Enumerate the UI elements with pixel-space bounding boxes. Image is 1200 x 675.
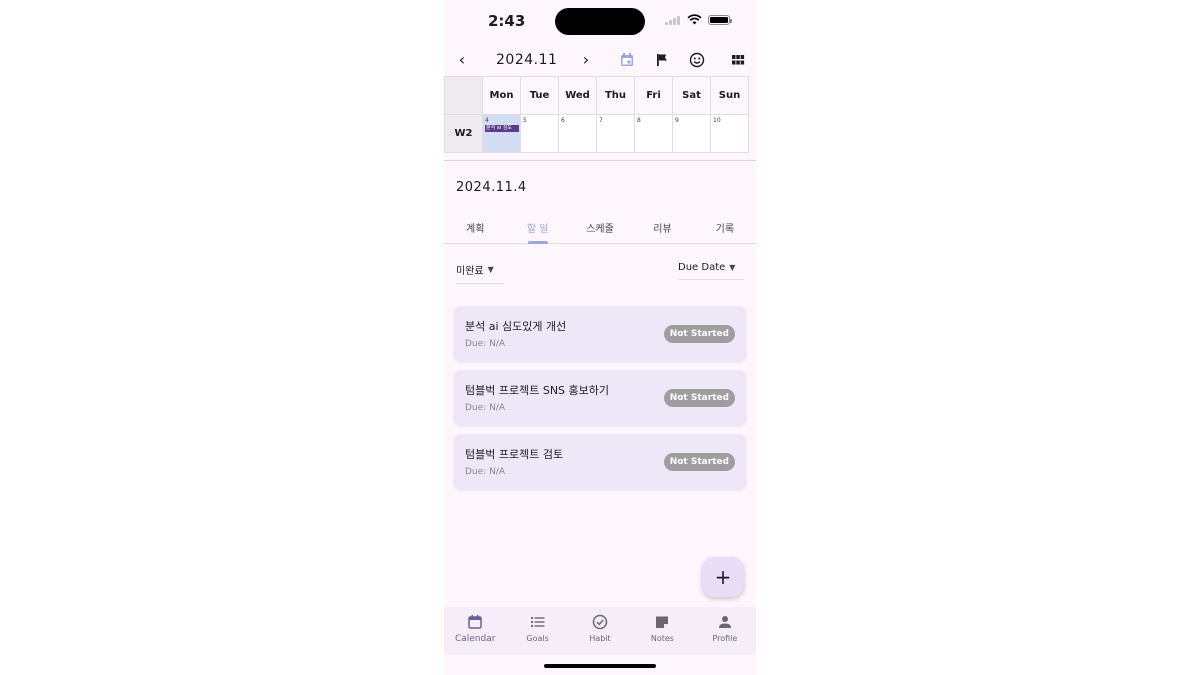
nav-calendar[interactable]: Calendar xyxy=(444,607,506,655)
sort-dropdown[interactable]: Due Date ▼ xyxy=(678,262,744,280)
nav-label: Habit xyxy=(589,634,611,643)
list-icon xyxy=(529,613,547,631)
weekday-label: Sun xyxy=(710,76,749,115)
person-icon xyxy=(716,613,734,631)
day-number: 9 xyxy=(675,117,679,124)
status-icons xyxy=(665,14,732,25)
task-title: 텀블벅 프로젝트 SNS 홍보하기 xyxy=(465,384,610,397)
nav-label: Profile xyxy=(712,634,738,643)
check-circle-icon xyxy=(591,613,609,631)
battery-icon xyxy=(708,14,732,25)
status-bar: 2:43 xyxy=(444,0,756,44)
weekday-label: Mon xyxy=(482,76,521,115)
tab-bar: 계획 할 일 스케줄 리뷰 기록 xyxy=(444,212,756,244)
day-cell[interactable]: 6 xyxy=(558,114,597,153)
nav-goals[interactable]: Goals xyxy=(506,607,568,655)
day-number: 5 xyxy=(523,117,527,124)
calendar-header: ‹ 2024.11 › xyxy=(444,44,756,76)
status-badge: Not Started xyxy=(663,325,735,343)
plus-icon: + xyxy=(714,565,732,589)
day-cell[interactable]: 9 xyxy=(672,114,711,153)
day-cell[interactable]: 5 xyxy=(520,114,559,153)
status-filter-dropdown[interactable]: 미완료 ▼ xyxy=(456,262,504,284)
status-filter-value: 미완료 xyxy=(456,266,484,277)
status-time: 2:43 xyxy=(488,12,526,30)
day-cell[interactable]: 7 xyxy=(596,114,635,153)
task-title: 분석 ai 심도있게 개선 xyxy=(465,320,567,333)
tab-plan[interactable]: 계획 xyxy=(444,212,506,243)
day-cell-selected[interactable]: 4 분석 ai 심도 xyxy=(482,114,521,153)
dynamic-island xyxy=(555,8,645,35)
task-list: 분석 ai 심도있게 개선 Due: N/A Not Started 텀블벅 프… xyxy=(453,306,747,498)
prev-month-button[interactable]: ‹ xyxy=(452,50,472,70)
week-number: W2 xyxy=(444,114,483,153)
nav-label: Notes xyxy=(650,634,674,643)
nav-notes[interactable]: Notes xyxy=(631,607,693,655)
home-indicator xyxy=(544,664,656,668)
nav-profile[interactable]: Profile xyxy=(694,607,756,655)
weekday-label: Sat xyxy=(672,76,711,115)
task-card[interactable]: 분석 ai 심도있게 개선 Due: N/A Not Started xyxy=(453,306,747,363)
nav-label: Calendar xyxy=(454,634,496,644)
bottom-nav: Calendar Goals Habit Notes Profile xyxy=(444,607,756,655)
task-due: Due: N/A xyxy=(465,339,505,349)
weekday-label: Wed xyxy=(558,76,597,115)
grid-corner xyxy=(444,76,483,115)
grid-view-icon[interactable] xyxy=(729,51,747,69)
week-row: W2 4 분석 ai 심도 5 6 7 8 9 10 xyxy=(444,114,756,153)
weekday-label: Fri xyxy=(634,76,673,115)
sort-value: Due Date xyxy=(678,262,726,273)
flag-icon[interactable] xyxy=(653,51,671,69)
task-title: 텀블벅 프로젝트 검토 xyxy=(465,448,564,461)
tab-todo[interactable]: 할 일 xyxy=(506,212,568,244)
weekday-header-row: Mon Tue Wed Thu Fri Sat Sun xyxy=(444,76,756,115)
tab-schedule[interactable]: 스케줄 xyxy=(569,212,631,243)
weekday-label: Thu xyxy=(596,76,635,115)
status-badge: Not Started xyxy=(663,453,735,471)
divider xyxy=(444,160,756,161)
tab-record[interactable]: 기록 xyxy=(694,212,756,243)
note-icon xyxy=(653,613,671,631)
emoji-icon[interactable] xyxy=(688,51,706,69)
task-card[interactable]: 텀블벅 프로젝트 검토 Due: N/A Not Started xyxy=(453,434,747,491)
day-number: 10 xyxy=(713,117,721,124)
tab-review[interactable]: 리뷰 xyxy=(631,212,693,243)
today-calendar-icon[interactable] xyxy=(618,51,636,69)
next-month-button[interactable]: › xyxy=(576,50,596,70)
task-due: Due: N/A xyxy=(465,467,505,477)
phone-screen: 2:43 ‹ 2024.11 › Mon Tue Wed Thu Fri Sat… xyxy=(444,0,756,675)
day-number: 6 xyxy=(561,117,565,124)
task-card[interactable]: 텀블벅 프로젝트 SNS 홍보하기 Due: N/A Not Started xyxy=(453,370,747,427)
add-task-button[interactable]: + xyxy=(702,557,744,597)
selected-date-title: 2024.11.4 xyxy=(456,180,527,195)
day-number: 4 xyxy=(485,117,489,124)
day-cell[interactable]: 8 xyxy=(634,114,673,153)
task-due: Due: N/A xyxy=(465,403,505,413)
calendar-icon xyxy=(466,613,484,631)
status-badge: Not Started xyxy=(663,389,735,407)
month-title: 2024.11 xyxy=(496,52,558,68)
day-cell[interactable]: 10 xyxy=(710,114,749,153)
week-grid: Mon Tue Wed Thu Fri Sat Sun W2 4 분석 ai 심… xyxy=(444,76,756,153)
event-chip[interactable]: 분석 ai 심도 xyxy=(485,125,519,132)
weekday-label: Tue xyxy=(520,76,559,115)
signal-icon xyxy=(665,15,681,25)
dropdown-arrow-icon: ▼ xyxy=(729,263,736,272)
day-number: 8 xyxy=(637,117,641,124)
dropdown-arrow-icon: ▼ xyxy=(487,265,494,274)
nav-habit[interactable]: Habit xyxy=(569,607,631,655)
day-number: 7 xyxy=(599,117,603,124)
wifi-icon xyxy=(687,14,702,25)
nav-label: Goals xyxy=(526,634,549,643)
